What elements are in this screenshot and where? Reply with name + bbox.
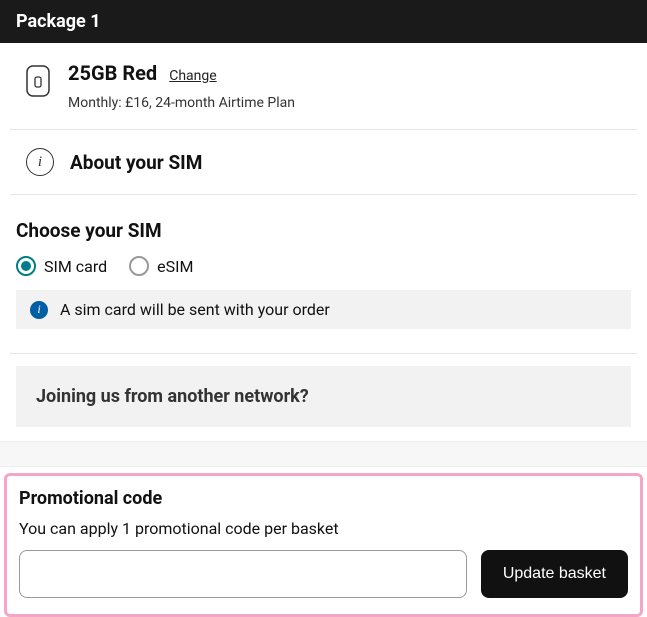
divider [10, 353, 637, 354]
sim-info-text: A sim card will be sent with your order [60, 300, 330, 319]
radio-sim-card[interactable]: SIM card [16, 256, 107, 276]
about-sim-title: About your SIM [70, 151, 202, 174]
sim-radio-group: SIM card eSIM [16, 256, 631, 276]
promo-input-row: Update basket [19, 550, 628, 598]
joining-network-row[interactable]: Joining us from another network? [16, 366, 631, 427]
change-plan-link[interactable]: Change [169, 68, 216, 84]
radio-label: SIM card [44, 257, 107, 276]
radio-icon [129, 256, 149, 276]
sim-card-icon [26, 65, 50, 101]
section-gap [0, 441, 647, 467]
sim-info-banner: i A sim card will be sent with your orde… [16, 290, 631, 329]
plan-subtitle: Monthly: £16, 24-month Airtime Plan [68, 95, 295, 111]
radio-esim[interactable]: eSIM [129, 256, 193, 276]
package-header: Package 1 [0, 0, 647, 43]
info-icon: i [26, 148, 54, 176]
promo-code-box: Promotional code You can apply 1 promoti… [4, 473, 643, 617]
package-title: Package 1 [16, 11, 101, 32]
promo-subtitle: You can apply 1 promotional code per bas… [19, 519, 628, 538]
plan-title-line: 25GB Red Change [68, 61, 295, 85]
radio-icon [16, 256, 36, 276]
plan-row: 25GB Red Change Monthly: £16, 24-month A… [10, 43, 637, 130]
joining-network-title: Joining us from another network? [36, 386, 309, 407]
promo-code-input[interactable] [19, 550, 467, 598]
radio-label: eSIM [157, 257, 193, 276]
plan-title: 25GB Red [68, 61, 157, 85]
info-filled-icon: i [30, 301, 48, 319]
about-sim-row[interactable]: i About your SIM [10, 130, 637, 195]
promo-title: Promotional code [19, 488, 628, 509]
update-basket-button[interactable]: Update basket [481, 550, 628, 598]
choose-sim-section: Choose your SIM SIM card eSIM i A sim ca… [0, 195, 647, 329]
plan-info: 25GB Red Change Monthly: £16, 24-month A… [68, 61, 295, 111]
choose-sim-title: Choose your SIM [16, 219, 631, 242]
